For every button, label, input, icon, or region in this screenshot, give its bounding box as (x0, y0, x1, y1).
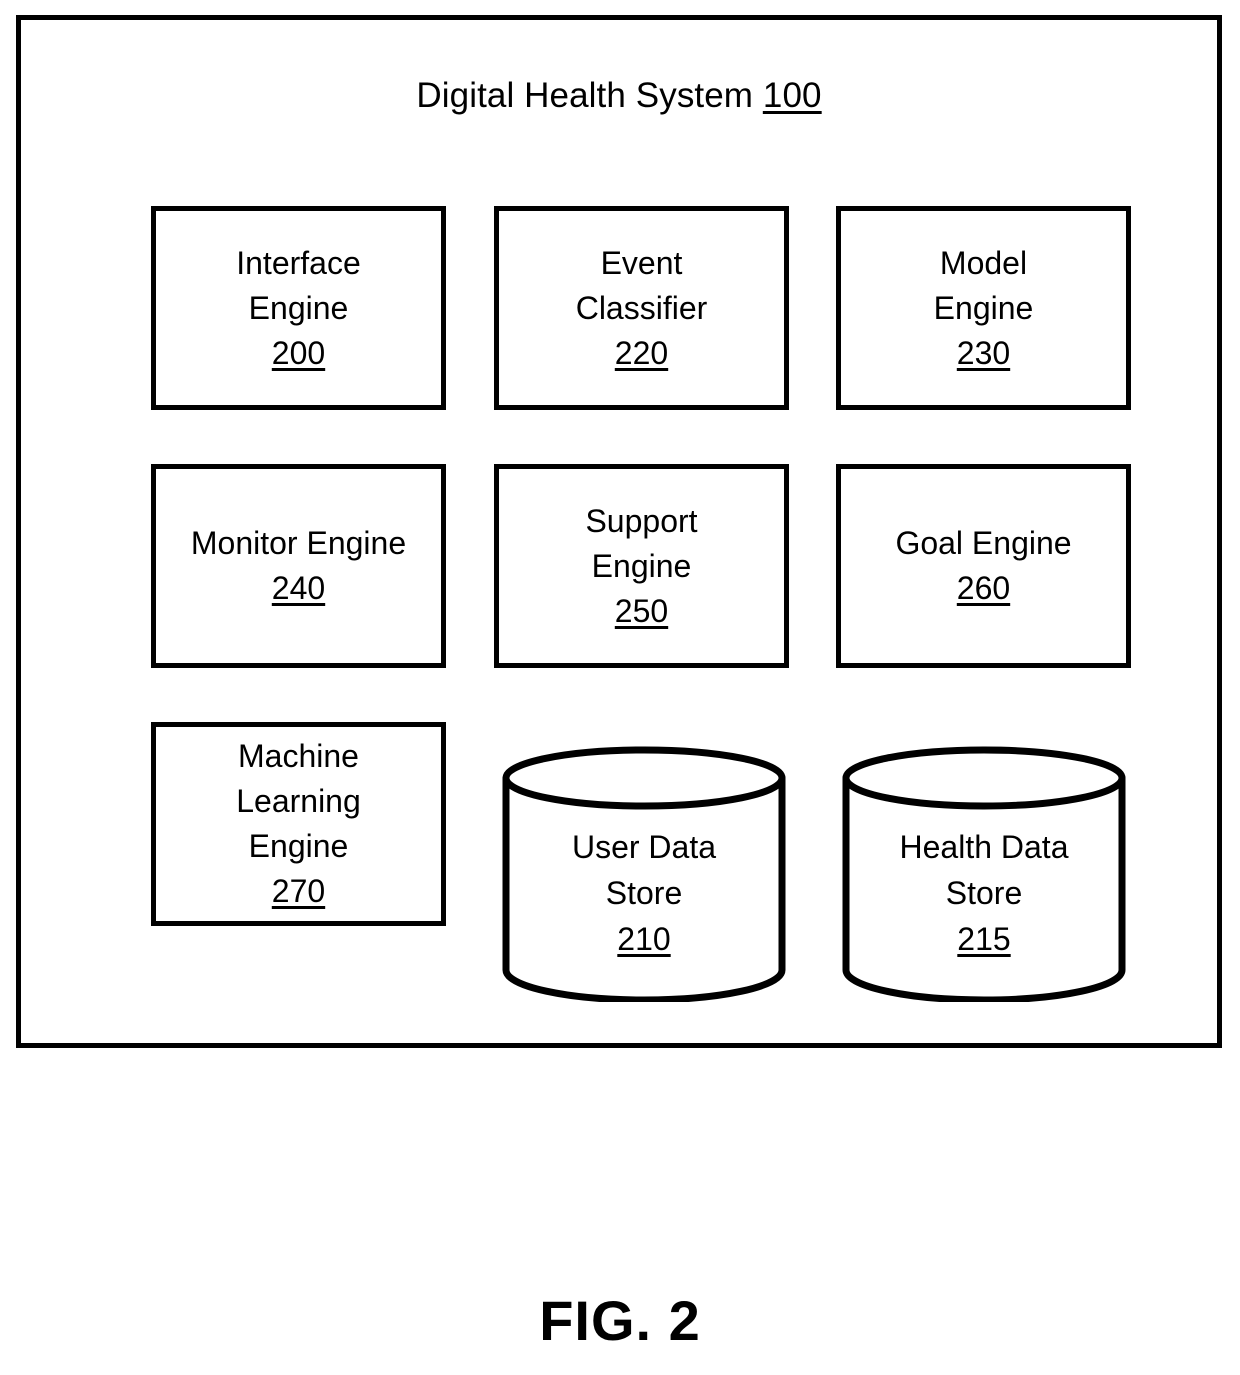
component-name: Monitor Engine (190, 525, 407, 561)
component-name: Event Classifier (575, 244, 708, 326)
component-label: Support Engine 250 (585, 499, 697, 634)
component-goal-engine[interactable]: Goal Engine 260 (836, 464, 1131, 668)
component-ref: 240 (271, 570, 326, 606)
component-label: Machine Learning Engine 270 (236, 734, 361, 914)
component-name: Interface Engine (236, 244, 361, 326)
component-ref: 210 (617, 921, 671, 957)
system-title-ref: 100 (763, 76, 822, 115)
component-name: Goal Engine (895, 525, 1072, 561)
system-title-text: Digital Health System (416, 76, 754, 115)
component-label: Interface Engine 200 (236, 241, 361, 376)
component-name: Model Engine (933, 244, 1034, 326)
figure-2-diagram: Digital Health System 100 Interface Engi… (0, 0, 1240, 1375)
component-ref: 270 (271, 873, 326, 909)
component-ref: 260 (956, 570, 1011, 606)
component-health-data-store[interactable]: Health Data Store 215 (841, 746, 1127, 1002)
component-support-engine[interactable]: Support Engine 250 (494, 464, 789, 668)
component-label: Model Engine 230 (934, 241, 1034, 376)
component-name: Health Data Store (899, 829, 1069, 911)
component-user-data-store[interactable]: User Data Store 210 (501, 746, 787, 1002)
component-ref: 230 (956, 334, 1011, 371)
component-label: Event Classifier 220 (576, 241, 708, 376)
component-ref: 200 (271, 334, 326, 371)
component-name: User Data Store (571, 829, 717, 911)
component-event-classifier[interactable]: Event Classifier 220 (494, 206, 789, 410)
component-ref: 215 (957, 921, 1011, 957)
component-name: Support Engine (585, 502, 698, 584)
component-label: Monitor Engine 240 (191, 521, 406, 611)
component-label: Goal Engine 260 (895, 521, 1071, 611)
page-title: Digital Health System 100 (21, 78, 1217, 113)
component-ref: 250 (614, 592, 669, 629)
component-interface-engine[interactable]: Interface Engine 200 (151, 206, 446, 410)
digital-health-system-container: Digital Health System 100 Interface Engi… (16, 15, 1222, 1048)
component-name: Machine Learning Engine (236, 738, 361, 864)
component-monitor-engine[interactable]: Monitor Engine 240 (151, 464, 446, 668)
system-ref-number: 100 (762, 76, 822, 115)
figure-caption: FIG. 2 (539, 1289, 701, 1352)
component-label: Health Data Store 215 (841, 824, 1127, 962)
component-ref: 220 (614, 334, 669, 371)
component-label: User Data Store 210 (501, 824, 787, 962)
component-model-engine[interactable]: Model Engine 230 (836, 206, 1131, 410)
component-machine-learning-engine[interactable]: Machine Learning Engine 270 (151, 722, 446, 926)
